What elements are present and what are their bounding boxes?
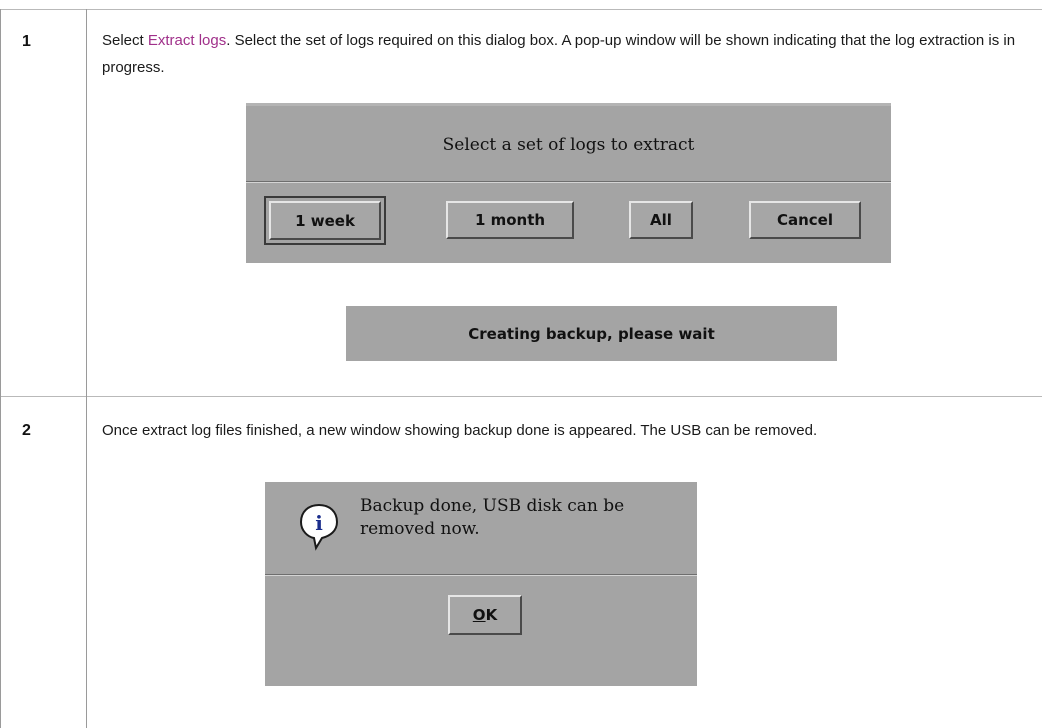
dialog-top-edge bbox=[246, 103, 891, 106]
table-column-divider bbox=[86, 9, 87, 728]
ok-button[interactable]: OK bbox=[448, 595, 522, 635]
cancel-button[interactable]: Cancel bbox=[749, 201, 861, 239]
table-top-border bbox=[0, 9, 1042, 10]
dialog-separator bbox=[246, 181, 891, 183]
step-text-suffix: . Select the set of logs required on thi… bbox=[102, 32, 1016, 76]
select-logs-prompt: Select a set of logs to extract bbox=[442, 135, 695, 155]
table-left-border bbox=[0, 9, 1, 728]
step-number: 1 bbox=[22, 33, 31, 50]
ok-mnemonic: O bbox=[472, 606, 486, 624]
ok-label: K bbox=[485, 606, 498, 624]
step-text-prefix: Select bbox=[102, 32, 148, 49]
step-1-text: Select Extract logs. Select the set of l… bbox=[102, 27, 1027, 81]
progress-message: Creating backup, please wait bbox=[468, 324, 715, 343]
one-month-button[interactable]: 1 month bbox=[446, 201, 574, 239]
backup-done-message: Backup done, USB disk can be removed now… bbox=[360, 495, 624, 541]
extract-logs-link[interactable]: Extract logs bbox=[148, 32, 226, 49]
one-week-button[interactable]: 1 week bbox=[264, 196, 386, 245]
info-icon: i bbox=[299, 503, 339, 551]
message-line-1: Backup done, USB disk can be bbox=[360, 496, 625, 516]
backup-progress-dialog: Creating backup, please wait bbox=[346, 306, 837, 361]
select-logs-dialog: Select a set of logs to extract 1 week 1… bbox=[246, 103, 891, 263]
dialog-separator bbox=[265, 574, 697, 576]
svg-text:i: i bbox=[315, 511, 323, 535]
all-button[interactable]: All bbox=[629, 201, 693, 239]
step-2-text: Once extract log files finished, a new w… bbox=[102, 422, 818, 439]
message-line-2: removed now. bbox=[360, 519, 480, 539]
step-number: 2 bbox=[22, 422, 31, 439]
table-row-divider bbox=[0, 396, 1042, 397]
backup-done-dialog: i Backup done, USB disk can be removed n… bbox=[265, 482, 697, 686]
